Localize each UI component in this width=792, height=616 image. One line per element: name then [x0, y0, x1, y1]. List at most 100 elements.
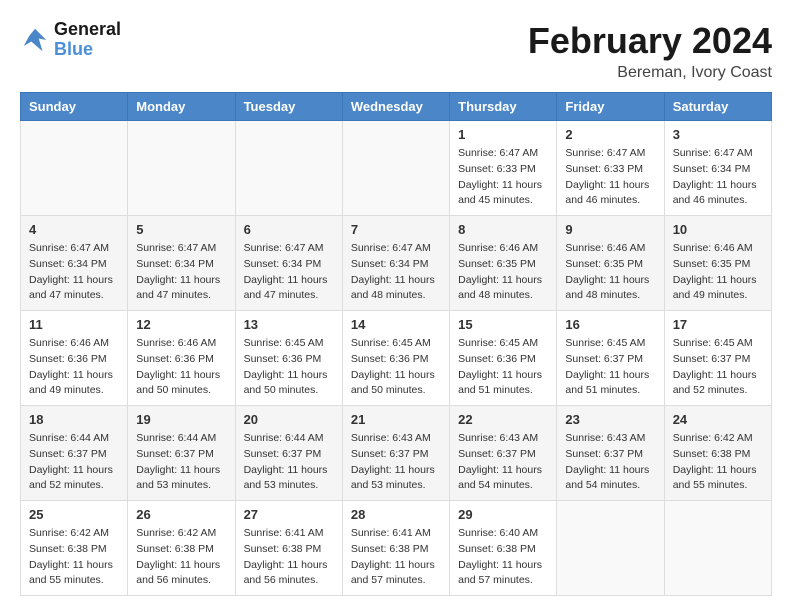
day-number: 23	[565, 412, 655, 427]
day-number: 22	[458, 412, 548, 427]
day-info: Sunrise: 6:42 AM Sunset: 6:38 PM Dayligh…	[136, 526, 226, 589]
day-info: Sunrise: 6:45 AM Sunset: 6:36 PM Dayligh…	[458, 336, 548, 399]
day-info: Sunrise: 6:47 AM Sunset: 6:34 PM Dayligh…	[673, 146, 763, 209]
day-info: Sunrise: 6:45 AM Sunset: 6:37 PM Dayligh…	[673, 336, 763, 399]
calendar-cell	[21, 121, 128, 216]
day-number: 25	[29, 507, 119, 522]
day-number: 4	[29, 222, 119, 237]
day-number: 15	[458, 317, 548, 332]
calendar-cell: 17 Sunrise: 6:45 AM Sunset: 6:37 PM Dayli…	[664, 311, 771, 406]
day-info: Sunrise: 6:47 AM Sunset: 6:34 PM Dayligh…	[136, 241, 226, 304]
day-info: Sunrise: 6:45 AM Sunset: 6:37 PM Dayligh…	[565, 336, 655, 399]
day-number: 19	[136, 412, 226, 427]
day-number: 24	[673, 412, 763, 427]
day-number: 5	[136, 222, 226, 237]
day-number: 12	[136, 317, 226, 332]
calendar-week-1: 1 Sunrise: 6:47 AM Sunset: 6:33 PM Daylig…	[21, 121, 772, 216]
calendar-cell: 5 Sunrise: 6:47 AM Sunset: 6:34 PM Daylig…	[128, 216, 235, 311]
subtitle: Bereman, Ivory Coast	[528, 64, 772, 82]
calendar-week-5: 25 Sunrise: 6:42 AM Sunset: 6:38 PM Dayli…	[21, 501, 772, 596]
calendar-cell: 20 Sunrise: 6:44 AM Sunset: 6:37 PM Dayli…	[235, 406, 342, 501]
calendar-week-2: 4 Sunrise: 6:47 AM Sunset: 6:34 PM Daylig…	[21, 216, 772, 311]
day-info: Sunrise: 6:47 AM Sunset: 6:34 PM Dayligh…	[351, 241, 441, 304]
day-info: Sunrise: 6:46 AM Sunset: 6:35 PM Dayligh…	[565, 241, 655, 304]
calendar-cell: 12 Sunrise: 6:46 AM Sunset: 6:36 PM Dayli…	[128, 311, 235, 406]
calendar-header-row: SundayMondayTuesdayWednesdayThursdayFrid…	[21, 93, 772, 121]
day-info: Sunrise: 6:47 AM Sunset: 6:33 PM Dayligh…	[458, 146, 548, 209]
calendar-cell: 8Sunrise: 6:46 AM Sunset: 6:35 PM Daylig…	[450, 216, 557, 311]
calendar-cell: 25 Sunrise: 6:42 AM Sunset: 6:38 PM Dayli…	[21, 501, 128, 596]
day-info: Sunrise: 6:44 AM Sunset: 6:37 PM Dayligh…	[136, 431, 226, 494]
day-info: Sunrise: 6:40 AM Sunset: 6:38 PM Dayligh…	[458, 526, 548, 589]
day-number: 29	[458, 507, 548, 522]
day-info: Sunrise: 6:42 AM Sunset: 6:38 PM Dayligh…	[673, 431, 763, 494]
title-area: February 2024 Bereman, Ivory Coast	[528, 20, 772, 82]
calendar-cell: 2 Sunrise: 6:47 AM Sunset: 6:33 PM Daylig…	[557, 121, 664, 216]
day-number: 28	[351, 507, 441, 522]
day-info: Sunrise: 6:46 AM Sunset: 6:35 PM Dayligh…	[673, 241, 763, 304]
calendar-cell: 13 Sunrise: 6:45 AM Sunset: 6:36 PM Dayli…	[235, 311, 342, 406]
day-number: 17	[673, 317, 763, 332]
day-info: Sunrise: 6:47 AM Sunset: 6:33 PM Dayligh…	[565, 146, 655, 209]
main-title: February 2024	[528, 20, 772, 62]
calendar-cell: 28 Sunrise: 6:41 AM Sunset: 6:38 PM Dayli…	[342, 501, 449, 596]
calendar-cell: 9 Sunrise: 6:46 AM Sunset: 6:35 PM Daylig…	[557, 216, 664, 311]
column-header-wednesday: Wednesday	[342, 93, 449, 121]
calendar-cell: 14 Sunrise: 6:45 AM Sunset: 6:36 PM Dayli…	[342, 311, 449, 406]
calendar-cell: 21 Sunrise: 6:43 AM Sunset: 6:37 PM Dayli…	[342, 406, 449, 501]
calendar-cell: 26 Sunrise: 6:42 AM Sunset: 6:38 PM Dayli…	[128, 501, 235, 596]
calendar-cell: 3Sunrise: 6:47 AM Sunset: 6:34 PM Daylig…	[664, 121, 771, 216]
calendar-cell: 10 Sunrise: 6:46 AM Sunset: 6:35 PM Dayli…	[664, 216, 771, 311]
day-info: Sunrise: 6:41 AM Sunset: 6:38 PM Dayligh…	[351, 526, 441, 589]
day-number: 16	[565, 317, 655, 332]
day-info: Sunrise: 6:47 AM Sunset: 6:34 PM Dayligh…	[244, 241, 334, 304]
day-info: Sunrise: 6:47 AM Sunset: 6:34 PM Dayligh…	[29, 241, 119, 304]
calendar-cell: 18Sunrise: 6:44 AM Sunset: 6:37 PM Dayli…	[21, 406, 128, 501]
day-info: Sunrise: 6:42 AM Sunset: 6:38 PM Dayligh…	[29, 526, 119, 589]
day-number: 11	[29, 317, 119, 332]
day-info: Sunrise: 6:45 AM Sunset: 6:36 PM Dayligh…	[351, 336, 441, 399]
calendar-cell: 7Sunrise: 6:47 AM Sunset: 6:34 PM Daylig…	[342, 216, 449, 311]
day-number: 13	[244, 317, 334, 332]
calendar-cell	[128, 121, 235, 216]
calendar-cell	[342, 121, 449, 216]
calendar-week-4: 18 Sunrise: 6:44 AM Sunset: 6:37 PM Dayli…	[21, 406, 772, 501]
calendar-cell: 6Sunrise: 6:47 AM Sunset: 6:34 PM Daylig…	[235, 216, 342, 311]
day-info: Sunrise: 6:43 AM Sunset: 6:37 PM Dayligh…	[458, 431, 548, 494]
day-info: Sunrise: 6:44 AM Sunset: 6:37 PM Dayligh…	[244, 431, 334, 494]
logo-icon	[20, 25, 50, 55]
day-info: Sunrise: 6:45 AM Sunset: 6:36 PM Dayligh…	[244, 336, 334, 399]
calendar-cell: 16 Sunrise: 6:45 AM Sunset: 6:37 PM Dayli…	[557, 311, 664, 406]
calendar-cell: 15 Sunrise: 6:45 AM Sunset: 6:36 PM Dayli…	[450, 311, 557, 406]
day-number: 1	[458, 127, 548, 142]
day-number: 10	[673, 222, 763, 237]
day-number: 18	[29, 412, 119, 427]
calendar-cell: 4 Sunrise: 6:47 AM Sunset: 6:34 PM Daylig…	[21, 216, 128, 311]
calendar-cell: 1 Sunrise: 6:47 AM Sunset: 6:33 PM Daylig…	[450, 121, 557, 216]
day-info: Sunrise: 6:41 AM Sunset: 6:38 PM Dayligh…	[244, 526, 334, 589]
calendar-cell	[557, 501, 664, 596]
day-number: 14	[351, 317, 441, 332]
column-header-sunday: Sunday	[21, 93, 128, 121]
day-info: Sunrise: 6:46 AM Sunset: 6:36 PM Dayligh…	[29, 336, 119, 399]
day-number: 21	[351, 412, 441, 427]
calendar-cell: 22 Sunrise: 6:43 AM Sunset: 6:37 PM Dayli…	[450, 406, 557, 501]
logo-text: General Blue	[54, 20, 121, 60]
day-number: 9	[565, 222, 655, 237]
day-info: Sunrise: 6:43 AM Sunset: 6:37 PM Dayligh…	[565, 431, 655, 494]
day-number: 8	[458, 222, 548, 237]
calendar-cell: 27 Sunrise: 6:41 AM Sunset: 6:38 PM Dayli…	[235, 501, 342, 596]
day-info: Sunrise: 6:43 AM Sunset: 6:37 PM Dayligh…	[351, 431, 441, 494]
calendar-cell: 11 Sunrise: 6:46 AM Sunset: 6:36 PM Dayli…	[21, 311, 128, 406]
column-header-thursday: Thursday	[450, 93, 557, 121]
calendar-cell: 23 Sunrise: 6:43 AM Sunset: 6:37 PM Dayli…	[557, 406, 664, 501]
calendar-cell: 29 Sunrise: 6:40 AM Sunset: 6:38 PM Dayli…	[450, 501, 557, 596]
calendar-cell: 24 Sunrise: 6:42 AM Sunset: 6:38 PM Dayli…	[664, 406, 771, 501]
day-number: 26	[136, 507, 226, 522]
column-header-saturday: Saturday	[664, 93, 771, 121]
day-number: 20	[244, 412, 334, 427]
day-info: Sunrise: 6:46 AM Sunset: 6:36 PM Dayligh…	[136, 336, 226, 399]
day-number: 27	[244, 507, 334, 522]
column-header-monday: Monday	[128, 93, 235, 121]
day-number: 2	[565, 127, 655, 142]
